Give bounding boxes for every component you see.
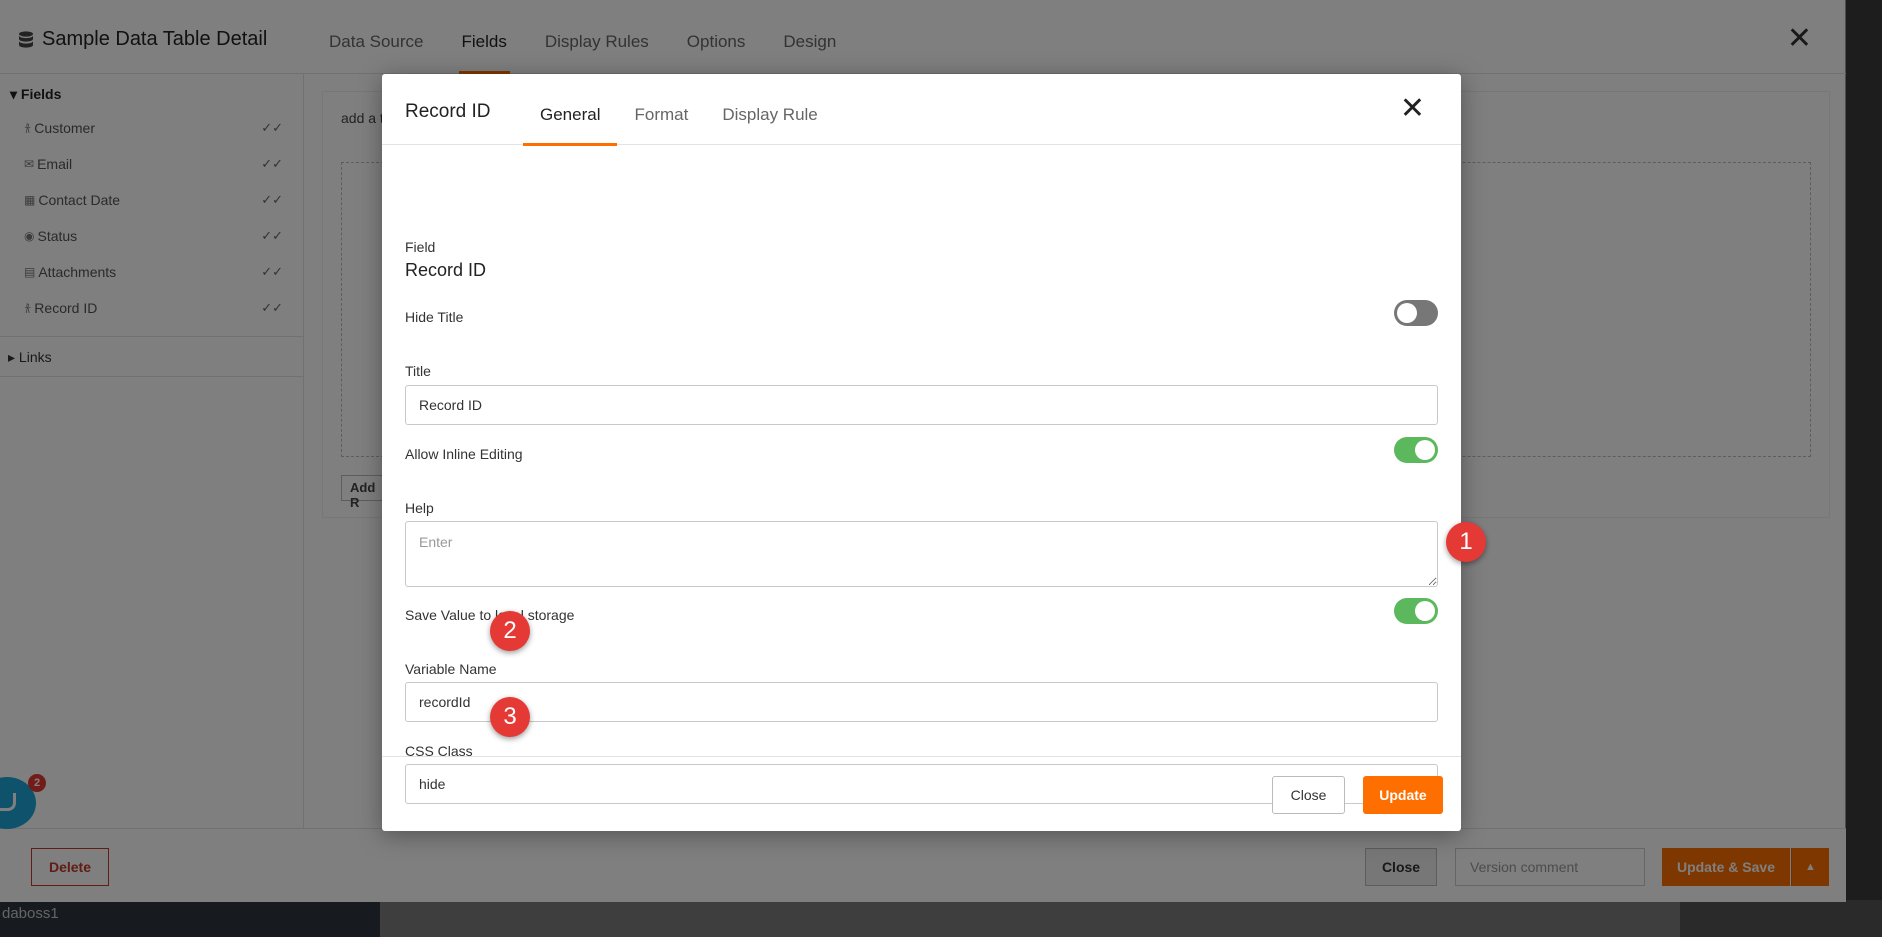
modal-tabs: General Format Display Rule: [523, 74, 835, 146]
close-button[interactable]: Close: [1272, 776, 1345, 814]
inline-editing-toggle[interactable]: [1394, 437, 1438, 463]
update-button[interactable]: Update: [1363, 776, 1443, 814]
inline-editing-label: Allow Inline Editing: [405, 446, 523, 462]
title-input[interactable]: [405, 385, 1438, 425]
help-textarea[interactable]: [405, 521, 1438, 587]
close-icon[interactable]: ✕: [1400, 94, 1425, 124]
tab-general[interactable]: General: [523, 74, 618, 146]
tab-format[interactable]: Format: [617, 74, 705, 145]
modal-footer: Close Update: [382, 756, 1461, 831]
save-local-label: Save Value to local storage: [405, 607, 575, 623]
field-settings-modal: Record ID General Format Display Rule ✕ …: [382, 74, 1461, 831]
modal-header: Record ID General Format Display Rule ✕: [382, 74, 1461, 146]
annotation-marker-1: 1: [1446, 522, 1486, 562]
help-label: Help: [405, 500, 434, 516]
title-label: Title: [405, 363, 431, 379]
field-value: Record ID: [405, 260, 487, 280]
hide-title-label: Hide Title: [405, 309, 464, 325]
hide-title-toggle[interactable]: [1394, 300, 1438, 326]
save-local-toggle[interactable]: [1394, 598, 1438, 624]
tab-display-rule[interactable]: Display Rule: [705, 74, 834, 145]
field-label: Field: [405, 239, 436, 255]
variable-name-label: Variable Name: [405, 661, 497, 677]
modal-title: Record ID: [405, 101, 491, 122]
variable-name-input[interactable]: [405, 682, 1438, 722]
annotation-marker-3: 3: [490, 697, 530, 737]
annotation-marker-2: 2: [490, 611, 530, 651]
